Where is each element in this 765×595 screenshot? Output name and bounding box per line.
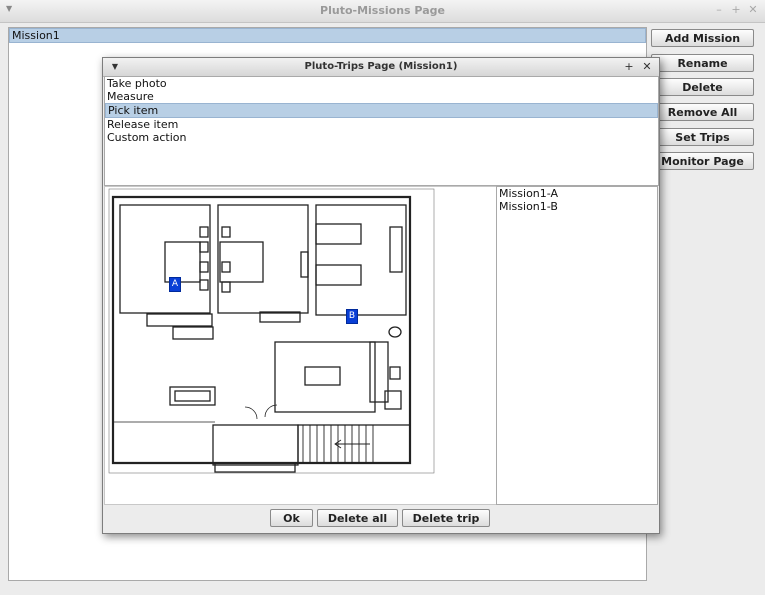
trip-list-item[interactable]: Mission1-A (497, 187, 657, 200)
delete-button[interactable]: Delete (651, 78, 754, 96)
dialog-title-bar[interactable]: ▼ Pluto-Trips Page (Mission1) + ✕ (103, 58, 659, 77)
map-marker-b[interactable]: B (346, 309, 358, 324)
minimize-icon[interactable]: – (712, 3, 726, 17)
remove-all-button[interactable]: Remove All (651, 103, 754, 121)
action-item[interactable]: Custom action (105, 131, 658, 144)
maximize-icon[interactable]: + (729, 3, 743, 17)
action-item[interactable]: Release item (105, 118, 658, 131)
close-icon[interactable]: ✕ (746, 3, 760, 17)
floor-plan-drawing (108, 188, 435, 474)
action-list[interactable]: Take photo Measure Pick item Release ite… (104, 76, 659, 186)
action-item[interactable]: Take photo (105, 77, 658, 90)
monitor-page-button[interactable]: Monitor Page (651, 152, 754, 170)
delete-trip-button[interactable]: Delete trip (402, 509, 490, 527)
dialog-title: Pluto-Trips Page (Mission1) (304, 61, 458, 72)
trips-dialog: ▼ Pluto-Trips Page (Mission1) + ✕ Take p… (102, 57, 660, 534)
map-marker-a[interactable]: A (169, 277, 181, 292)
add-mission-button[interactable]: Add Mission (651, 29, 754, 47)
delete-all-button[interactable]: Delete all (317, 509, 398, 527)
set-trips-button[interactable]: Set Trips (651, 128, 754, 146)
action-item[interactable]: Measure (105, 90, 658, 103)
ok-button[interactable]: Ok (270, 509, 313, 527)
trip-list[interactable]: Mission1-A Mission1-B (496, 186, 658, 505)
dialog-close-icon[interactable]: ✕ (640, 60, 654, 74)
rename-button[interactable]: Rename (651, 54, 754, 72)
action-item[interactable]: Pick item (105, 103, 658, 118)
trip-list-item[interactable]: Mission1-B (497, 200, 657, 213)
floor-plan-map[interactable]: A B (104, 186, 497, 505)
main-window-title: Pluto-Missions Page (320, 4, 445, 17)
main-title-bar[interactable]: ▼ Pluto-Missions Page – + ✕ (0, 0, 765, 23)
dialog-maximize-icon[interactable]: + (622, 60, 636, 74)
mission-list-item[interactable]: Mission1 (9, 28, 646, 43)
